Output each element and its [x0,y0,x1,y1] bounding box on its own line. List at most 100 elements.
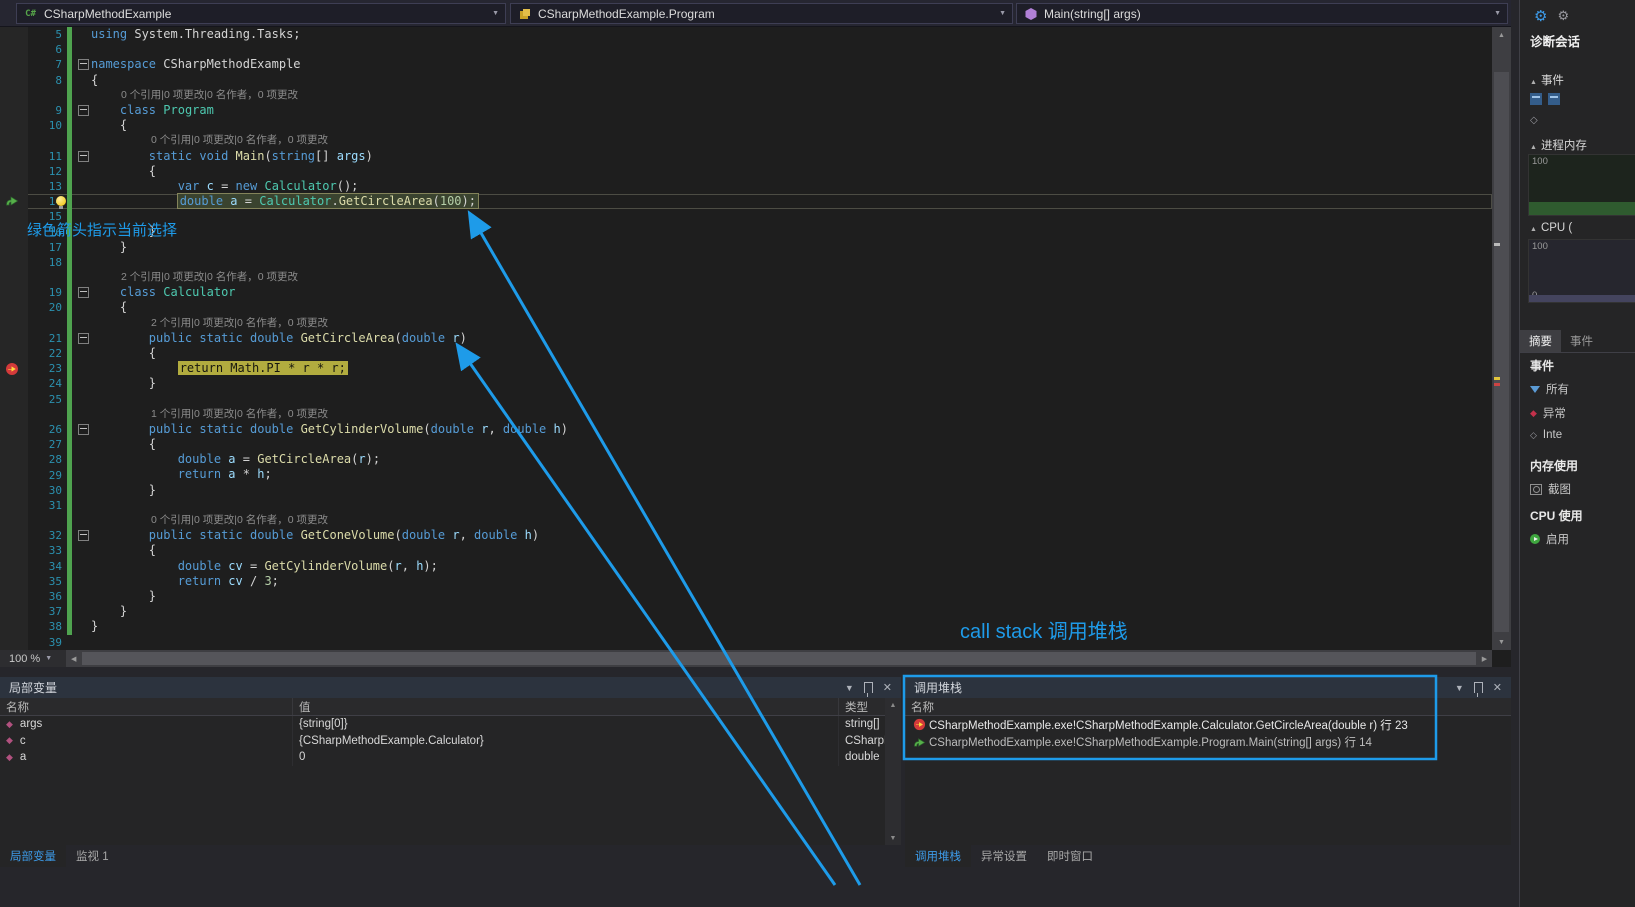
code-line[interactable]: 22 { [0,345,1492,362]
code-text[interactable]: using System.Threading.Tasks; [91,27,301,42]
code-text[interactable]: return cv / 3; [91,574,279,589]
code-line[interactable]: 5 using System.Threading.Tasks; [0,27,1492,43]
code-text[interactable]: { [91,543,156,558]
gear-icon[interactable]: ⚙ [1534,7,1547,25]
code-line[interactable]: 30 } [0,482,1492,498]
fold-margin[interactable] [76,528,91,543]
events-section-header[interactable]: ▲ 事件 [1530,72,1564,88]
window-position-icon[interactable]: ▼ [845,683,854,693]
breakpoint-margin[interactable] [0,194,28,210]
locals-col-value[interactable]: 值 [293,698,839,715]
scroll-down-arrow-icon[interactable]: ▼ [1492,634,1511,650]
codelens-line[interactable]: 0 个引用|0 项更改|0 名作者，0 项更改 [0,513,1492,529]
locals-scrollbar[interactable]: ▲ ▼ [885,698,901,845]
fold-margin[interactable] [76,270,91,285]
code-text[interactable]: } [91,483,156,498]
pin-icon[interactable] [1473,682,1483,697]
breakpoint-margin[interactable] [0,421,28,438]
process-memory-section-header[interactable]: ▲ 进程内存 [1530,137,1587,153]
callstack-row[interactable]: CSharpMethodExample.exe!CSharpMethodExam… [905,734,1511,752]
code-line[interactable]: 20 { [0,300,1492,316]
code-line[interactable]: 10 { [0,118,1492,134]
enable-cpu-link[interactable]: 启用 [1530,531,1569,547]
code-text[interactable]: { [91,73,98,88]
code-line[interactable]: 27 { [0,437,1492,453]
exceptions-link[interactable]: ◆ 异常 [1530,405,1566,421]
locals-panel-titlebar[interactable]: 局部变量 ▼ ✕ [0,677,901,698]
code-line[interactable]: 29 return a * h; [0,467,1492,483]
breakpoint-margin[interactable] [0,604,28,620]
vertical-scrollbar-thumb[interactable] [1494,72,1509,632]
horizontal-scrollbar-thumb[interactable] [82,652,1476,665]
code-line[interactable]: 31 [0,497,1492,513]
code-line[interactable]: 18 [0,254,1492,270]
tab-监视 1[interactable]: 监视 1 [66,845,119,867]
code-text[interactable]: { [91,437,156,452]
window-position-icon[interactable]: ▼ [1455,683,1464,693]
zoom-control[interactable]: 100 % ▼ [0,653,56,665]
code-line[interactable]: 21 public static double GetCircleArea(do… [0,330,1492,346]
fold-margin[interactable] [76,513,91,528]
code-text[interactable]: namespace CSharpMethodExample [91,57,301,72]
fold-margin[interactable] [76,361,91,376]
breakpoint-margin[interactable] [0,528,28,544]
code-line[interactable]: 28 double a = GetCircleArea(r); [0,452,1492,468]
code-line[interactable]: 36 } [0,588,1492,605]
breakpoint-margin[interactable] [0,102,28,119]
collapse-box-icon[interactable] [78,59,89,71]
type-dropdown[interactable]: CSharpMethodExample.Program ▼ [510,3,1013,24]
codelens-line[interactable]: 2 个引用|0 项更改|0 名作者，0 项更改 [0,315,1492,331]
code-line[interactable]: 24 } [0,376,1492,392]
collapse-box-icon[interactable] [78,105,89,117]
fold-margin[interactable] [76,574,91,589]
locals-row[interactable]: ◆ args {string[0]} string[] [0,716,901,733]
fold-margin[interactable] [76,452,91,467]
breakpoint-margin[interactable] [0,87,28,103]
tab-即时窗口[interactable]: 即时窗口 [1037,845,1103,867]
code-line[interactable]: 35 return cv / 3; [0,573,1492,589]
code-text[interactable]: public static double GetCylinderVolume(d… [91,422,568,437]
code-text[interactable]: public static double GetConeVolume(doubl… [91,528,539,543]
tab-局部变量[interactable]: 局部变量 [0,845,66,867]
collapse-box-icon[interactable] [78,287,89,299]
editor-vertical-scrollbar[interactable]: ▲ ▼ [1492,27,1511,650]
fold-margin[interactable] [76,407,91,422]
pin-icon[interactable] [863,682,873,697]
breakpoint-margin[interactable] [0,178,28,195]
scroll-up-arrow-icon[interactable]: ▲ [1492,27,1511,43]
breakpoint-margin[interactable] [0,42,28,58]
fold-margin[interactable] [76,483,91,498]
breakpoint-margin[interactable] [0,634,28,650]
fold-margin[interactable] [76,179,91,194]
fold-margin[interactable] [76,300,91,315]
code-line[interactable]: 17 } [0,239,1492,255]
scroll-left-arrow-icon[interactable]: ◀ [66,650,81,667]
code-line[interactable]: 9 class Program [0,102,1492,119]
tab-异常设置[interactable]: 异常设置 [971,845,1037,867]
code-line[interactable]: 33 { [0,543,1492,559]
breakpoint-margin[interactable] [0,467,28,483]
code-text[interactable]: double a = GetCircleArea(r); [91,452,380,467]
breakpoint-margin[interactable] [0,406,28,422]
close-icon[interactable]: ✕ [883,681,892,694]
fold-margin[interactable] [76,559,91,574]
breakpoint-margin[interactable] [0,270,28,286]
breakpoint-margin[interactable] [0,558,28,574]
code-text[interactable]: } [91,604,127,619]
callstack-panel-titlebar[interactable]: 调用堆栈 ▼ ✕ [905,677,1511,698]
fold-margin[interactable] [76,543,91,558]
horizontal-splitter[interactable] [0,667,1511,677]
codelens-line[interactable]: 0 个引用|0 项更改|0 名作者，0 项更改 [0,133,1492,149]
horizontal-scroll-track[interactable]: ◀ ▶ [66,650,1492,667]
code-text[interactable]: } [91,240,127,255]
callstack-col-name[interactable]: 名称 [905,698,1511,715]
codelens-text[interactable]: 2 个引用|0 项更改|0 名作者，0 项更改 [91,270,298,285]
fold-margin[interactable] [76,42,91,57]
fold-margin[interactable] [76,422,91,437]
cpu-section-header[interactable]: ▲ CPU ( [1530,222,1572,234]
code-line[interactable]: 39 [0,634,1492,650]
breakpoint-margin[interactable] [0,345,28,362]
locals-col-name[interactable]: 名称 [0,698,293,715]
breakpoint-margin[interactable] [0,543,28,559]
code-text[interactable]: } [91,619,98,634]
